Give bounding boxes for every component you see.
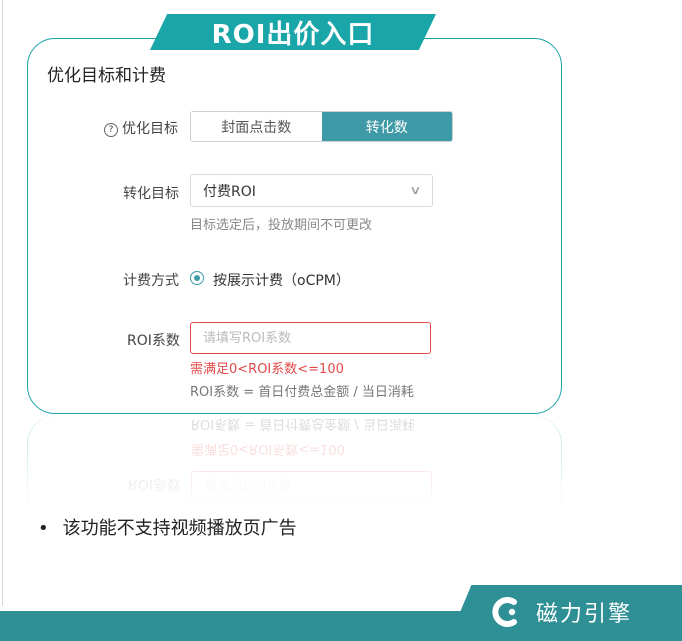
billing-option-label: 按展示计费（oCPM）: [213, 273, 350, 289]
billing-label: 计费方式: [123, 273, 179, 289]
bullet-marker: •: [38, 518, 49, 539]
chevron-down-icon: ∨: [409, 183, 422, 197]
goal-label: 优化目标: [122, 121, 178, 137]
roi-formula: ROI系数 = 首日付费总金额 / 当日消耗: [190, 385, 414, 400]
roi-input[interactable]: [190, 322, 431, 354]
brand-name: 磁力引擎: [536, 602, 633, 627]
roi-label: ROI系数: [127, 333, 180, 349]
brand-logo: 磁力引擎: [492, 596, 632, 628]
help-icon[interactable]: ?: [104, 123, 118, 137]
card-reflection: ROI系数 = 首日付费总金额 / 当日消耗 需满足0<ROI系数<=100 R…: [27, 416, 562, 512]
banner: ROI出价入口: [150, 14, 436, 50]
reflection-inner: ROI系数 = 首日付费总金额 / 当日消耗 需满足0<ROI系数<=100 R…: [27, 416, 562, 512]
goal-option-conversions[interactable]: 转化数: [321, 112, 452, 141]
feature-note-text: 该功能不支持视频播放页广告: [62, 518, 297, 539]
conversion-select-value: 付费ROI: [203, 183, 256, 200]
goal-option-cover-clicks[interactable]: 封面点击数: [191, 112, 322, 141]
reflection-roi-label: ROI系数: [128, 476, 181, 492]
left-divider: [2, 0, 3, 606]
conversion-select[interactable]: 付费ROI ∨: [190, 174, 433, 207]
billing-radio[interactable]: [190, 271, 204, 285]
section-title: 优化目标和计费: [47, 66, 166, 86]
brand-logo-icon: [492, 596, 524, 628]
banner-title: ROI出价入口: [211, 19, 375, 50]
reflection-error: 需满足0<ROI系数<=100: [191, 441, 345, 456]
feature-note: • 该功能不支持视频播放页广告: [38, 514, 297, 540]
roi-error: 需满足0<ROI系数<=100: [190, 362, 344, 377]
reflection-formula: ROI系数 = 首日付费总金额 / 当日消耗: [191, 416, 415, 431]
conversion-label: 转化目标: [123, 186, 179, 202]
goal-segmented-control: 封面点击数 转化数: [190, 111, 453, 142]
goal-label-row: ? 优化目标: [104, 118, 178, 138]
reflection-roi-input: 请填写ROI系数: [191, 471, 432, 503]
conversion-hint: 目标选定后，投放期间不可更改: [190, 218, 373, 233]
